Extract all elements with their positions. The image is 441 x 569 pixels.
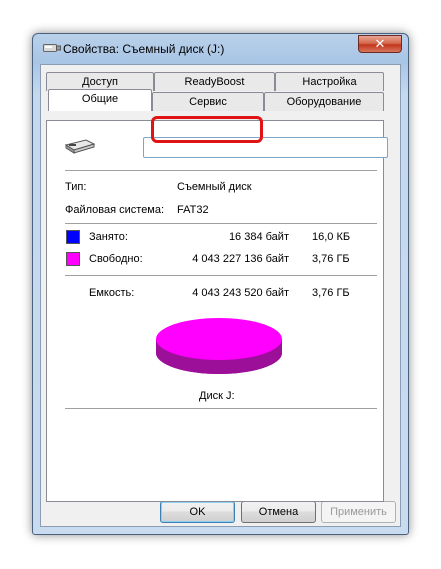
tab-customize[interactable]: Настройка [275, 72, 384, 91]
properties-dialog: Свойства: Съемный диск (J:) ✕ Доступ Rea… [32, 33, 409, 535]
close-button[interactable]: ✕ [358, 35, 402, 53]
tab-general[interactable]: Общие [48, 89, 152, 111]
usb-drive-icon [64, 139, 96, 154]
usb-drive-icon [43, 44, 61, 52]
divider [65, 275, 377, 276]
free-bytes: 4 043 227 136 байт [192, 253, 289, 265]
tab-hardware[interactable]: Оборудование [264, 92, 384, 111]
used-label: Занято: [89, 231, 128, 243]
divider [65, 408, 377, 409]
divider [65, 170, 377, 171]
used-color-swatch [66, 230, 80, 244]
tab-label: Общие [81, 93, 119, 105]
window-title: Свойства: Съемный диск (J:) [63, 42, 225, 56]
tab-label: Настройка [302, 76, 357, 88]
type-value: Съемный диск [177, 181, 252, 193]
capacity-label: Емкость: [89, 287, 135, 299]
free-color-swatch [66, 252, 80, 266]
used-bytes: 16 384 байт [228, 231, 289, 243]
general-tab-panel: Тип: Съемный диск Файловая система: FAT3… [46, 120, 388, 502]
capacity-bytes: 4 043 243 520 байт [192, 287, 289, 299]
tab-highlight-annotation [151, 116, 263, 143]
tab-label: Оборудование [286, 96, 362, 108]
ok-button[interactable]: OK [160, 501, 235, 523]
type-label: Тип: [65, 181, 87, 193]
disk-usage-pie-chart [156, 318, 282, 374]
capacity-size: 3,76 ГБ [312, 287, 350, 299]
tab-label: ReadyBoost [184, 76, 245, 88]
used-size: 16,0 КБ [312, 231, 351, 243]
tab-label: Сервис [189, 96, 227, 108]
free-label: Свободно: [89, 253, 143, 265]
close-icon: ✕ [374, 36, 386, 51]
divider [65, 223, 377, 224]
tab-readyboost[interactable]: ReadyBoost [154, 72, 275, 91]
filesystem-label: Файловая система: [65, 204, 165, 216]
apply-button[interactable]: Применить [321, 501, 396, 523]
tab-tools[interactable]: Сервис [152, 92, 264, 111]
pie-free-slice [156, 318, 282, 360]
cancel-button[interactable]: Отмена [241, 501, 316, 523]
dialog-client-area: Доступ ReadyBoost Настройка Общие Сервис… [40, 64, 401, 527]
title-bar[interactable]: Свойства: Съемный диск (J:) ✕ [33, 34, 408, 64]
filesystem-value: FAT32 [177, 204, 209, 216]
tab-label: Доступ [82, 76, 118, 88]
free-size: 3,76 ГБ [312, 253, 350, 265]
disk-label: Диск J: [199, 390, 235, 402]
